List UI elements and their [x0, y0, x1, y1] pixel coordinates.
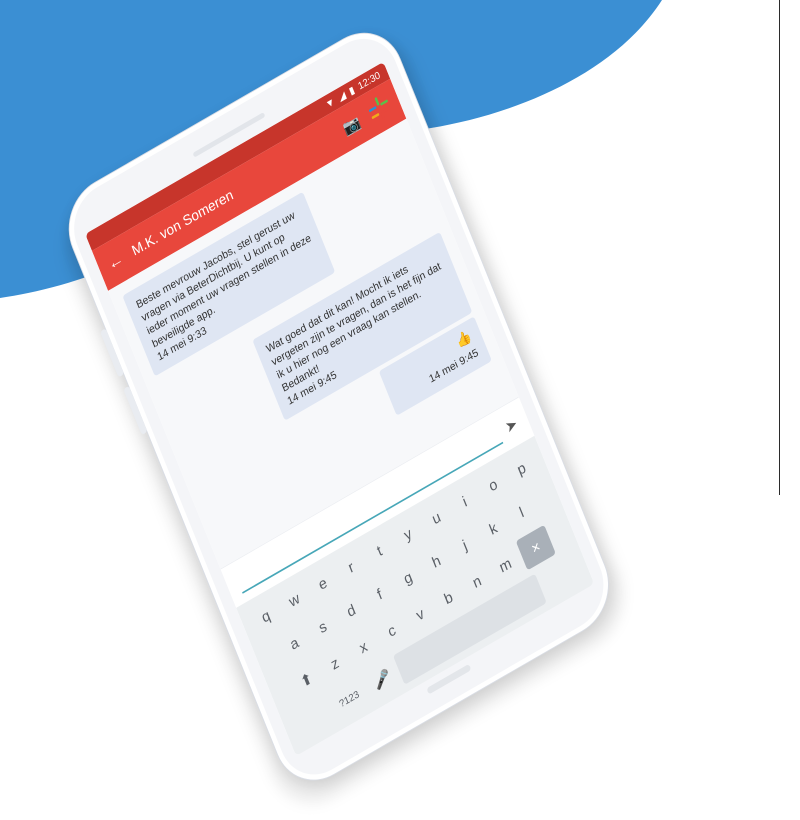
key[interactable]: z	[316, 642, 353, 686]
key[interactable]: k	[475, 507, 512, 551]
wifi-icon: ▼	[323, 95, 337, 111]
send-icon[interactable]: ➤	[503, 414, 520, 436]
key[interactable]: t	[361, 529, 398, 573]
key[interactable]: x	[345, 625, 382, 669]
key[interactable]: s	[304, 605, 341, 649]
back-arrow-icon[interactable]: ←	[105, 249, 126, 275]
key[interactable]: q	[247, 594, 284, 638]
key[interactable]: d	[333, 589, 370, 633]
microphone-icon[interactable]: 🎤	[364, 658, 401, 702]
key[interactable]: i	[446, 479, 483, 524]
shift-key-icon[interactable]: ⬆	[288, 658, 325, 702]
key[interactable]: y	[389, 512, 426, 556]
key[interactable]: r	[333, 545, 370, 589]
key[interactable]: v	[402, 592, 439, 636]
key[interactable]: j	[446, 523, 483, 567]
signal-icon: ◢	[336, 88, 348, 104]
key[interactable]: p	[503, 447, 540, 491]
key[interactable]: o	[475, 463, 512, 507]
key[interactable]: u	[418, 496, 455, 540]
battery-icon: ▮	[347, 83, 357, 98]
key[interactable]: l	[503, 490, 540, 534]
key[interactable]: h	[418, 539, 455, 584]
frame-edge-line	[779, 0, 780, 495]
app-logo-icon	[366, 93, 395, 126]
key[interactable]: c	[373, 609, 410, 653]
key[interactable]: n	[458, 560, 495, 604]
key[interactable]: f	[361, 572, 398, 616]
key[interactable]: a	[276, 621, 313, 666]
key[interactable]: g	[389, 556, 426, 600]
key[interactable]: b	[430, 576, 467, 620]
camera-icon[interactable]: 📷	[341, 113, 363, 138]
key[interactable]: m	[487, 543, 524, 587]
key[interactable]: w	[276, 578, 313, 622]
key[interactable]: e	[304, 561, 341, 606]
